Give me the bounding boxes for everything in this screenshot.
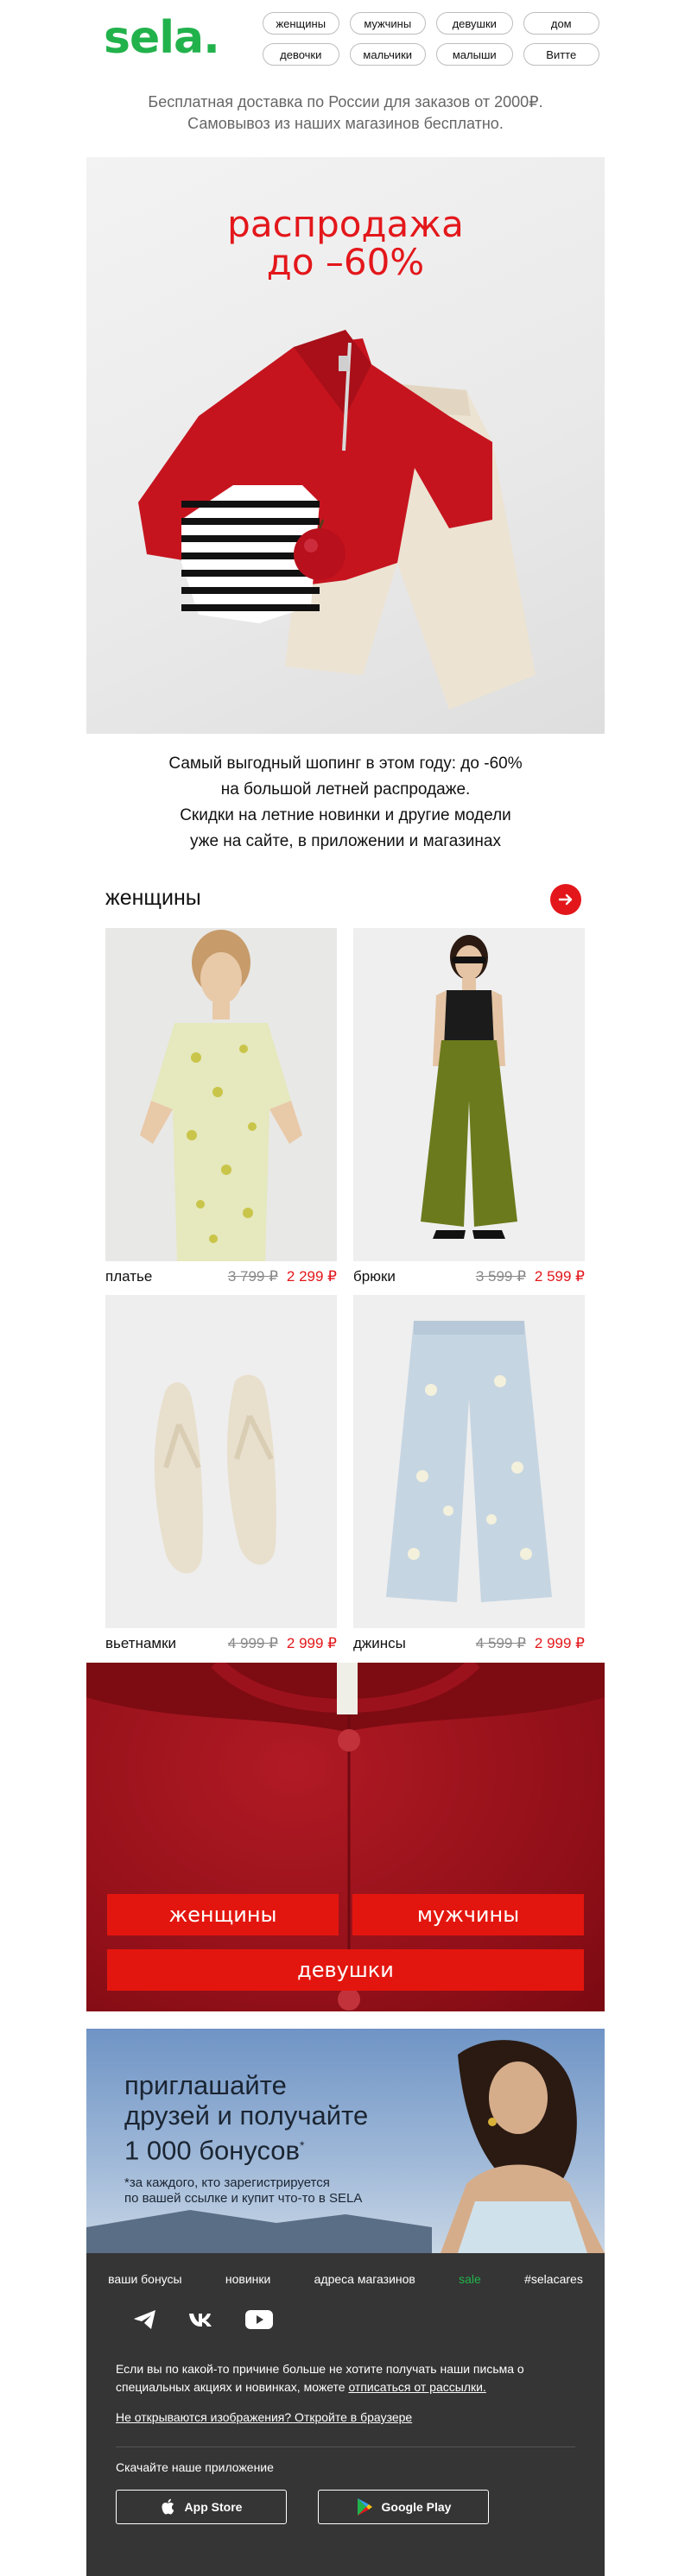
footer-links: ваши бонусы новинки адреса магазинов sal… bbox=[86, 2272, 605, 2286]
category-men-button[interactable]: мужчины bbox=[352, 1894, 584, 1935]
open-in-browser: Не открываются изображения? Откройте в б… bbox=[116, 2410, 412, 2424]
referral-note-line: по вашей ссылке и купит что-то в SELA bbox=[124, 2191, 363, 2206]
product-name: джинсы bbox=[353, 1635, 406, 1651]
product-name: брюки bbox=[353, 1268, 396, 1285]
intro-line: Самый выгодный шопинг в этом году: до -6… bbox=[168, 754, 523, 773]
jeans-illustration bbox=[386, 1321, 552, 1602]
category-women-button[interactable]: женщины bbox=[107, 1894, 339, 1935]
footer-link-bonuses[interactable]: ваши бонусы bbox=[108, 2272, 181, 2286]
product-name: вьетнамки bbox=[105, 1635, 177, 1651]
referral-title-line: 1 000 бонусов* bbox=[124, 2131, 368, 2165]
intro-line: на большой летней распродаже. bbox=[220, 780, 471, 799]
apple-icon bbox=[162, 2498, 174, 2515]
dress-illustration bbox=[140, 930, 302, 1261]
app-store-button[interactable]: App Store bbox=[116, 2490, 287, 2524]
footer-link-new[interactable]: новинки bbox=[225, 2272, 270, 2286]
referral-title-line: приглашайте bbox=[124, 2070, 287, 2100]
referral-note: *за каждого, кто зарегистрируется по ваш… bbox=[124, 2175, 435, 2207]
product-image-jeans[interactable] bbox=[353, 1295, 585, 1628]
google-play-icon bbox=[357, 2498, 372, 2516]
product-card-trousers[interactable]: брюки 3 599 ₽ 2 599 ₽ bbox=[353, 928, 585, 1285]
footer: ваши бонусы новинки адреса магазинов sal… bbox=[86, 2253, 605, 2576]
pickup-line: Самовывоз из наших магазинов бесплатно. bbox=[187, 115, 504, 132]
hero-title: распродажа до –60% bbox=[86, 205, 605, 281]
intro-line: уже на сайте, в приложении и магазинах bbox=[190, 832, 501, 850]
trousers-illustration bbox=[421, 935, 517, 1239]
arrow-right-icon bbox=[558, 893, 573, 906]
women-section-title[interactable]: женщины bbox=[105, 886, 201, 911]
referral-bonus-amount: 1 000 бонусов bbox=[124, 2135, 301, 2166]
nav-girls[interactable]: девочки bbox=[263, 43, 339, 66]
referral-title-line: друзей и получайте bbox=[124, 2100, 369, 2131]
hero-title-line2: до –60% bbox=[266, 241, 425, 283]
vk-icon[interactable] bbox=[187, 2307, 218, 2333]
category-banner: женщины мужчины девушки bbox=[86, 1663, 605, 2011]
footer-link-selacares[interactable]: #selacares bbox=[524, 2272, 583, 2286]
delivery-info: Бесплатная доставка по России для заказо… bbox=[86, 92, 605, 135]
product-old-price: 4 999 ₽ bbox=[227, 1635, 278, 1651]
flip-flops-illustration bbox=[154, 1374, 276, 1574]
footer-link-sale[interactable]: sale bbox=[459, 2272, 481, 2286]
nav-babies[interactable]: малыши bbox=[436, 43, 513, 66]
nav-men[interactable]: мужчины bbox=[349, 12, 426, 35]
product-card-jeans[interactable]: джинсы 4 599 ₽ 2 999 ₽ bbox=[353, 1295, 585, 1652]
referral-footnote-mark: * bbox=[300, 2138, 305, 2152]
youtube-icon[interactable] bbox=[244, 2307, 275, 2333]
product-image-trousers[interactable] bbox=[353, 928, 585, 1261]
referral-banner[interactable]: приглашайте друзей и получайте 1 000 бон… bbox=[86, 2029, 605, 2253]
google-play-button[interactable]: Google Play bbox=[318, 2490, 489, 2524]
open-in-browser-link[interactable]: Не открываются изображения? Откройте в б… bbox=[116, 2410, 412, 2424]
product-new-price: 2 999 ₽ bbox=[534, 1635, 585, 1651]
intro-text: Самый выгодный шопинг в этом году: до -6… bbox=[86, 751, 605, 855]
sela-logo[interactable]: sela. bbox=[104, 12, 220, 64]
product-new-price: 2 299 ₽ bbox=[286, 1268, 337, 1285]
product-card-flip-flops[interactable]: вьетнамки 4 999 ₽ 2 999 ₽ bbox=[105, 1295, 337, 1652]
footer-link-stores[interactable]: адреса магазинов bbox=[314, 2272, 415, 2286]
product-old-price: 3 599 ₽ bbox=[475, 1268, 526, 1285]
top-nav: женщины мужчины девушки дом девочки маль… bbox=[263, 12, 599, 66]
google-play-label: Google Play bbox=[381, 2500, 452, 2514]
referral-note-line: *за каждого, кто зарегистрируется bbox=[124, 2175, 330, 2190]
product-old-price: 3 799 ₽ bbox=[227, 1268, 278, 1285]
nav-women[interactable]: женщины bbox=[263, 12, 339, 35]
hero-title-line1: распродажа bbox=[227, 203, 464, 245]
product-card-dress[interactable]: платье 3 799 ₽ 2 299 ₽ bbox=[105, 928, 337, 1285]
product-image-dress[interactable] bbox=[105, 928, 337, 1261]
social-links bbox=[130, 2307, 275, 2333]
product-image-flip-flops[interactable] bbox=[105, 1295, 337, 1628]
nav-vitte[interactable]: Витте bbox=[523, 43, 599, 66]
women-section-arrow-button[interactable] bbox=[550, 884, 581, 915]
product-name: платье bbox=[105, 1268, 153, 1285]
product-old-price: 4 599 ₽ bbox=[475, 1635, 526, 1651]
nav-boys[interactable]: мальчики bbox=[349, 43, 426, 66]
app-store-label: App Store bbox=[184, 2500, 243, 2514]
referral-title: приглашайте друзей и получайте 1 000 бон… bbox=[124, 2070, 368, 2165]
product-new-price: 2 599 ₽ bbox=[534, 1268, 585, 1285]
unsubscribe-text: Если вы по какой-то причине больше не хо… bbox=[116, 2360, 565, 2396]
delivery-line: Бесплатная доставка по России для заказо… bbox=[148, 93, 543, 110]
intro-line: Скидки на летние новинки и другие модели bbox=[180, 806, 511, 824]
nav-home[interactable]: дом bbox=[523, 12, 599, 35]
nav-teen-girls[interactable]: девушки bbox=[436, 12, 513, 35]
telegram-icon[interactable] bbox=[130, 2307, 161, 2333]
product-new-price: 2 999 ₽ bbox=[286, 1635, 337, 1651]
unsubscribe-link[interactable]: отписаться от рассылки. bbox=[348, 2380, 485, 2394]
category-girls-button[interactable]: девушки bbox=[107, 1949, 584, 1991]
sale-hero-banner[interactable]: распродажа до –60% bbox=[86, 157, 605, 734]
download-app-label: Скачайте наше приложение bbox=[116, 2460, 274, 2474]
